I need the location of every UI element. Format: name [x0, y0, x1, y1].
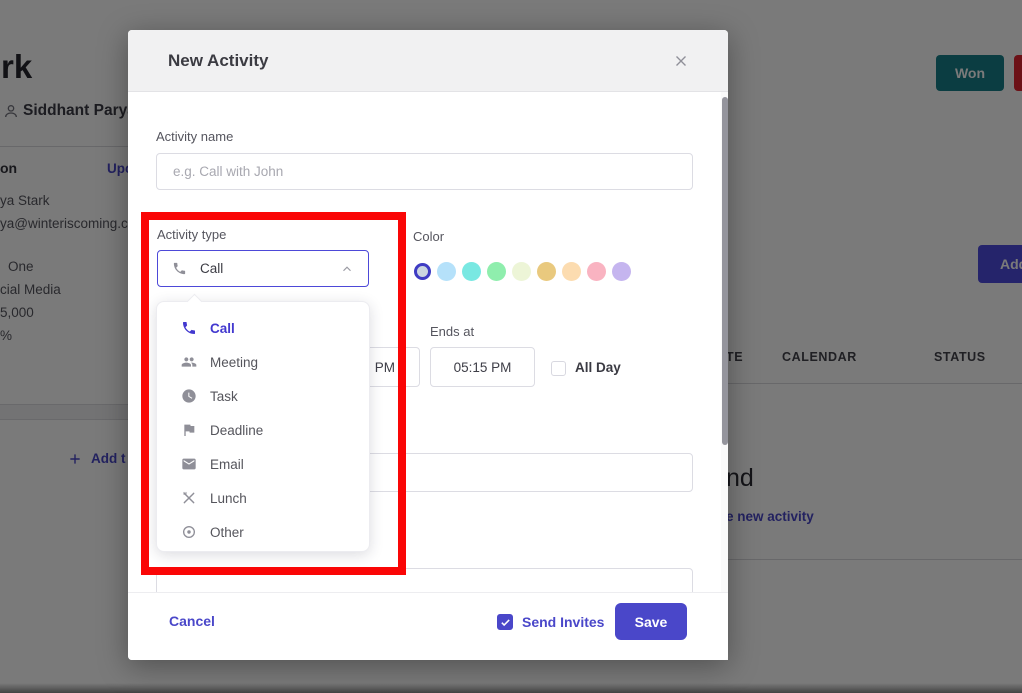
color-swatch-selected[interactable]: [414, 263, 431, 280]
dropdown-item-lunch[interactable]: Lunch: [157, 481, 369, 515]
flag-icon: [181, 422, 197, 438]
new-activity-modal: New Activity Activity name e.g. Call wit…: [128, 30, 728, 660]
color-swatch-row: [414, 262, 631, 281]
utensils-icon: [181, 490, 197, 506]
color-swatch[interactable]: [512, 262, 531, 281]
ends-at-value: 05:15 PM: [454, 360, 512, 375]
activity-type-selected-value: Call: [200, 261, 223, 276]
dropdown-item-label: Task: [210, 389, 238, 404]
check-icon: [500, 617, 511, 628]
other-icon: [181, 524, 197, 540]
color-swatch[interactable]: [437, 262, 456, 281]
dropdown-item-label: Lunch: [210, 491, 247, 506]
dropdown-item-task[interactable]: Task: [157, 379, 369, 413]
bottom-edge-shadow: [0, 683, 1022, 693]
activity-name-label: Activity name: [156, 129, 233, 144]
cancel-button[interactable]: Cancel: [169, 613, 215, 629]
color-swatch[interactable]: [612, 262, 631, 281]
color-swatch[interactable]: [587, 262, 606, 281]
dropdown-item-deadline[interactable]: Deadline: [157, 413, 369, 447]
modal-footer: Cancel Send Invites Save: [128, 592, 728, 660]
dropdown-item-label: Meeting: [210, 355, 258, 370]
chevron-up-icon: [340, 262, 354, 276]
modal-title: New Activity: [168, 30, 268, 92]
modal-scrollbar[interactable]: [721, 92, 728, 660]
people-icon: [181, 354, 197, 370]
color-swatch[interactable]: [537, 262, 556, 281]
dropdown-item-label: Call: [210, 321, 235, 336]
send-invites-label: Send Invites: [522, 614, 604, 630]
dropdown-item-email[interactable]: Email: [157, 447, 369, 481]
clock-icon: [181, 388, 197, 404]
all-day-checkbox[interactable]: [551, 361, 566, 376]
color-swatch[interactable]: [487, 262, 506, 281]
ends-at-label: Ends at: [430, 324, 474, 339]
phone-icon: [172, 261, 187, 276]
dropdown-item-label: Other: [210, 525, 244, 540]
close-icon[interactable]: [672, 52, 690, 70]
scrollbar-thumb[interactable]: [722, 97, 728, 445]
save-button[interactable]: Save: [615, 603, 687, 640]
all-day-label: All Day: [575, 360, 621, 375]
color-swatch[interactable]: [462, 262, 481, 281]
dropdown-item-label: Email: [210, 457, 244, 472]
modal-header: New Activity: [128, 30, 728, 92]
dropdown-caret: [187, 294, 203, 310]
screen: rk Siddhant Parya on Upc ya Stark ya@win…: [0, 0, 1022, 693]
send-invites-checkbox[interactable]: [497, 614, 513, 630]
starts-at-value-fragment: PM: [375, 360, 395, 375]
phone-icon: [181, 320, 197, 336]
dropdown-item-other[interactable]: Other: [157, 515, 369, 549]
activity-name-input[interactable]: e.g. Call with John: [156, 153, 693, 190]
envelope-icon: [181, 456, 197, 472]
dropdown-item-call[interactable]: Call: [157, 311, 369, 345]
ends-at-input[interactable]: 05:15 PM: [430, 347, 535, 387]
activity-type-dropdown: Call Meeting Task Deadline Email Lunch: [156, 301, 370, 552]
activity-name-placeholder: e.g. Call with John: [157, 154, 692, 189]
color-swatch[interactable]: [562, 262, 581, 281]
dropdown-item-label: Deadline: [210, 423, 263, 438]
dropdown-item-meeting[interactable]: Meeting: [157, 345, 369, 379]
color-label: Color: [413, 229, 444, 244]
activity-type-select[interactable]: Call: [157, 250, 369, 287]
activity-type-label: Activity type: [157, 227, 226, 242]
